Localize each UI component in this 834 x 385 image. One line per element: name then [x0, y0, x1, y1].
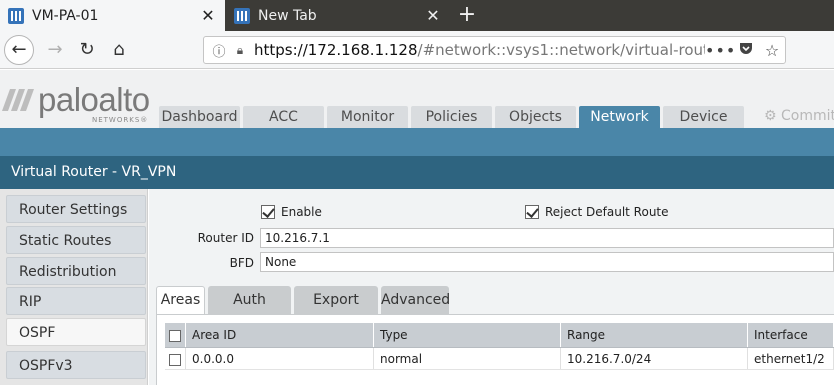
tab-network[interactable]: Network: [579, 106, 660, 129]
url-bar[interactable]: ⓘ 🔒︎ https://172.168.1.128/#network::vsy…: [203, 36, 786, 64]
tab-monitor[interactable]: Monitor: [327, 106, 408, 128]
commit-label: Commit: [781, 108, 834, 124]
router-id-input[interactable]: [260, 228, 834, 248]
sidebar-item-rip[interactable]: RIP: [6, 287, 146, 315]
tab-acc[interactable]: ACC: [243, 106, 324, 128]
interface-cell: ethernet1/2: [748, 348, 834, 369]
enable-label: Enable: [281, 205, 322, 219]
sidebar-item-router-settings[interactable]: Router Settings: [6, 195, 146, 223]
home-icon[interactable]: ⌂: [104, 35, 134, 65]
info-icon[interactable]: ⓘ: [208, 41, 230, 60]
column-header-type[interactable]: Type: [374, 323, 561, 347]
subtab-export-rules[interactable]: Export Rules: [294, 286, 378, 336]
tab-objects[interactable]: Objects: [495, 106, 576, 128]
sidebar-item-ospf[interactable]: OSPF: [6, 318, 146, 346]
subtab-areas[interactable]: Areas: [156, 286, 205, 314]
new-tab-button[interactable]: +: [452, 0, 482, 31]
dialog-sidebar: Router Settings Static Routes Redistribu…: [0, 189, 148, 385]
commit-button[interactable]: ⚙ Commit: [764, 108, 834, 124]
enable-checkbox[interactable]: [261, 205, 275, 219]
reject-default-route-row[interactable]: Reject Default Route: [525, 205, 669, 219]
area-id-cell[interactable]: 0.0.0.0: [186, 348, 374, 369]
browser-nav-bar: ← → ↻ ⌂ ⓘ 🔒︎ https://172.168.1.128/#netw…: [0, 31, 834, 69]
commit-icon: ⚙: [764, 108, 777, 124]
forward-arrow-icon[interactable]: →: [40, 35, 70, 65]
logo-text: paloalto: [38, 81, 150, 118]
subtab-auth-profiles[interactable]: Auth Profiles: [208, 286, 291, 336]
sidebar-item-ospfv3[interactable]: OSPFv3: [6, 351, 146, 379]
enable-checkbox-row[interactable]: Enable: [261, 205, 322, 219]
browser-tab-new-tab[interactable]: New Tab ✕: [226, 0, 450, 31]
app-header-band: [0, 128, 834, 156]
logo-subtext: NETWORKS®: [92, 116, 149, 124]
tab-title: New Tab: [258, 7, 317, 24]
reload-icon[interactable]: ↻: [72, 35, 102, 65]
dialog-title: Virtual Router - VR_VPN: [0, 156, 834, 189]
page-actions-icon[interactable]: •••: [705, 41, 735, 60]
url-host: https://172.168.1.128: [254, 41, 418, 59]
tab-policies[interactable]: Policies: [411, 106, 492, 128]
paloalto-favicon-icon: [8, 7, 24, 24]
tab-device[interactable]: Device: [663, 106, 744, 128]
range-cell: 10.216.7.0/24: [561, 348, 748, 369]
sidebar-item-redistribution-profile[interactable]: Redistribution Profile: [6, 257, 146, 308]
select-all-cell[interactable]: [165, 323, 186, 347]
bookmark-star-icon[interactable]: ☆: [759, 41, 785, 60]
url-path: /#network::vsys1::network/virtual-rout: [417, 41, 705, 59]
close-tab-icon[interactable]: ✕: [197, 6, 219, 25]
row-checkbox[interactable]: [169, 353, 181, 366]
tab-title: VM-PA-01: [32, 7, 99, 24]
tab-dashboard[interactable]: Dashboard: [159, 106, 240, 128]
subtab-advanced[interactable]: Advanced: [381, 286, 450, 314]
pocket-icon[interactable]: [733, 41, 759, 59]
table-row[interactable]: 0.0.0.0 normal 10.216.7.0/24 ethernet1/2: [165, 348, 834, 370]
back-arrow-icon[interactable]: ←: [4, 35, 34, 65]
browser-tab-active[interactable]: VM-PA-01 ✕: [0, 0, 225, 31]
reject-default-route-checkbox[interactable]: [525, 205, 539, 219]
close-tab-icon[interactable]: ✕: [422, 6, 444, 25]
browser-tab-strip: VM-PA-01 ✕ New Tab ✕ +: [0, 0, 834, 31]
ospf-subtabs: Areas Auth Profiles Export Rules Advance…: [156, 286, 452, 336]
column-header-range[interactable]: Range: [561, 323, 748, 347]
paloalto-logo: paloalto: [1, 81, 150, 118]
bfd-select[interactable]: None: [260, 252, 834, 272]
column-header-interface[interactable]: Interface: [748, 323, 834, 347]
sidebar-item-static-routes[interactable]: Static Routes: [6, 226, 146, 254]
table-header: Area ID Type Range Interface: [165, 323, 834, 348]
paloalto-favicon-icon: [234, 7, 250, 24]
main-tabs: Dashboard ACC Monitor Policies Objects N…: [159, 106, 747, 129]
areas-table: Area ID Type Range Interface 0.0.0.0 nor…: [165, 323, 834, 370]
paloalto-logo-icon: [1, 89, 35, 113]
column-header-area-id[interactable]: Area ID: [186, 323, 374, 347]
url-text[interactable]: https://172.168.1.128/#network::vsys1::n…: [254, 41, 705, 59]
bfd-label: BFD: [229, 256, 254, 270]
type-cell: normal: [374, 348, 561, 369]
reject-default-route-label: Reject Default Route: [545, 205, 669, 219]
insecure-lock-icon[interactable]: 🔒︎: [230, 43, 250, 58]
row-select-cell[interactable]: [165, 348, 186, 369]
router-id-label: Router ID: [197, 231, 254, 245]
select-all-checkbox[interactable]: [169, 329, 181, 342]
